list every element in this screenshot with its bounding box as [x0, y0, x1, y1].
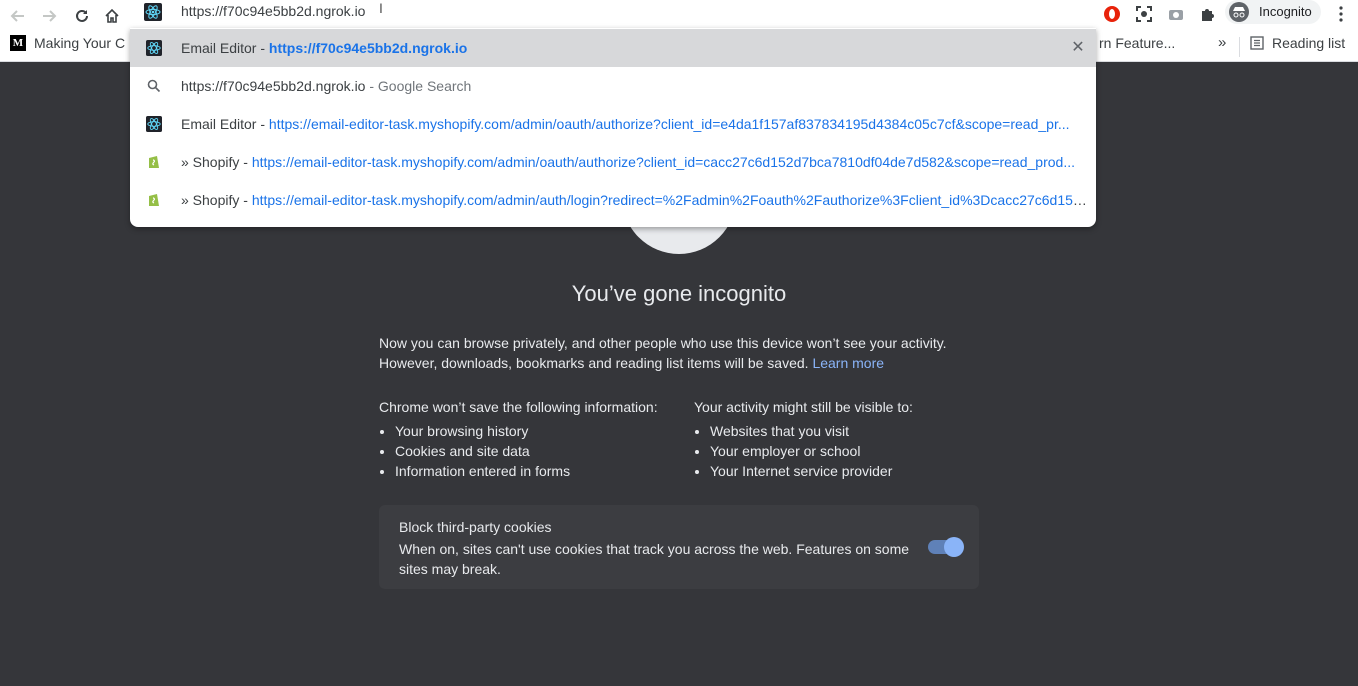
- opera-extension-icon[interactable]: [1101, 3, 1123, 25]
- reload-button[interactable]: [68, 2, 96, 30]
- incognito-description: Now you can browse privately, and other …: [379, 333, 979, 373]
- medium-icon: M: [10, 35, 26, 51]
- incognito-icon: [1229, 2, 1249, 22]
- omnibox-suggestions: Email Editor - https://f70c94e5bb2d.ngro…: [130, 28, 1096, 227]
- list-item: Websites that you visit: [710, 421, 994, 441]
- might-be-visible-column: Your activity might still be visible to:…: [694, 397, 994, 481]
- list-item: Your browsing history: [395, 421, 679, 441]
- bookmark-label: rn Feature...: [1099, 35, 1176, 51]
- reading-list-button[interactable]: Reading list: [1250, 35, 1345, 51]
- kebab-menu-icon: [1339, 6, 1343, 22]
- profile-incognito-chip[interactable]: Incognito: [1225, 0, 1321, 24]
- block-cookies-card: Block third-party cookies When on, sites…: [379, 505, 979, 589]
- might-be-visible-list: Websites that you visit Your employer or…: [694, 421, 994, 481]
- screenshot-extension-icon[interactable]: [1133, 3, 1155, 25]
- description-line-1: Now you can browse privately, and other …: [379, 335, 947, 351]
- bookmark-feature[interactable]: rn Feature...: [1099, 35, 1175, 51]
- list-item: Information entered in forms: [395, 461, 679, 481]
- bookmark-making-your[interactable]: M Making Your C: [10, 35, 125, 51]
- capture-icon: [1136, 6, 1152, 22]
- list-item: Your employer or school: [710, 441, 994, 461]
- search-icon: [147, 79, 161, 93]
- block-cookies-toggle[interactable]: [928, 537, 964, 557]
- profile-label: Incognito: [1259, 4, 1312, 19]
- suggestion-url: https://email-editor-task.myshopify.com/…: [268, 116, 1070, 132]
- list-item: Your Internet service provider: [710, 461, 994, 481]
- suggestion-query: https://f70c94e5bb2d.ngrok.io: [181, 78, 366, 94]
- suggestion-url: https://f70c94e5bb2d.ngrok.io: [268, 40, 468, 56]
- extensions-button[interactable]: [1197, 3, 1219, 25]
- react-icon: [146, 40, 162, 56]
- suggestion-source: - Google Search: [365, 78, 472, 94]
- back-button[interactable]: [4, 2, 32, 30]
- adblock-icon: [1104, 6, 1120, 22]
- reading-list-label: Reading list: [1272, 35, 1346, 51]
- address-bar-text[interactable]: https://f70c94e5bb2d.ngrok.io: [181, 3, 365, 19]
- react-icon: [144, 3, 162, 21]
- text-cursor: I: [379, 0, 383, 16]
- learn-more-link[interactable]: Learn more: [812, 355, 884, 371]
- suggestion-title: » Shopify -: [181, 154, 252, 170]
- suggestion-title: » Shopify -: [181, 192, 252, 208]
- forward-arrow-icon: [43, 10, 57, 22]
- back-arrow-icon: [10, 10, 24, 22]
- wont-save-column: Chrome won’t save the following informat…: [379, 397, 679, 481]
- bookmarks-overflow-button[interactable]: »: [1218, 34, 1226, 51]
- suggestion-row[interactable]: Email Editor - https://f70c94e5bb2d.ngro…: [130, 29, 1096, 67]
- suggestion-row[interactable]: https://f70c94e5bb2d.ngrok.io - Google S…: [130, 67, 1096, 105]
- shopify-icon: [149, 194, 159, 206]
- suggestion-title: Email Editor -: [181, 40, 269, 56]
- address-bar[interactable]: https://f70c94e5bb2d.ngrok.io I: [130, 0, 1096, 28]
- list-item: Cookies and site data: [395, 441, 679, 461]
- home-button[interactable]: [98, 2, 126, 30]
- menu-button[interactable]: [1330, 3, 1352, 25]
- forward-button[interactable]: [35, 2, 63, 30]
- cookie-card-description: When on, sites can't use cookies that tr…: [399, 541, 910, 577]
- reading-list-icon: [1250, 36, 1264, 50]
- suggestion-url: https://email-editor-task.myshopify.com/…: [251, 154, 1075, 170]
- suggestion-row[interactable]: Email Editor - https://email-editor-task…: [130, 105, 1096, 143]
- wont-save-list: Your browsing history Cookies and site d…: [379, 421, 679, 481]
- suggestion-url: https://email-editor-task.myshopify.com/…: [251, 192, 1087, 208]
- suggestion-title: Email Editor -: [181, 116, 269, 132]
- cookie-card-title: Block third-party cookies: [399, 519, 552, 535]
- toggle-knob: [944, 537, 964, 557]
- description-line-2: However, downloads, bookmarks and readin…: [379, 355, 809, 371]
- home-icon: [105, 8, 119, 23]
- bookmark-label: Making Your C: [34, 35, 126, 51]
- bookmarks-divider: [1239, 37, 1240, 57]
- shopify-icon: [149, 156, 159, 168]
- suggestion-row[interactable]: » Shopify - https://email-editor-task.my…: [130, 181, 1096, 219]
- camera-icon: [1169, 10, 1183, 20]
- might-be-visible-title: Your activity might still be visible to:: [694, 399, 913, 415]
- suggestion-row[interactable]: » Shopify - https://email-editor-task.my…: [130, 143, 1096, 181]
- puzzle-icon: [1202, 9, 1214, 21]
- remove-suggestion-button[interactable]: ✕: [1068, 38, 1088, 58]
- camera-extension-icon[interactable]: [1165, 3, 1187, 25]
- wont-save-title: Chrome won’t save the following informat…: [379, 399, 658, 415]
- page-title: You’ve gone incognito: [571, 281, 787, 306]
- react-icon: [146, 116, 162, 132]
- reload-icon: [76, 9, 88, 22]
